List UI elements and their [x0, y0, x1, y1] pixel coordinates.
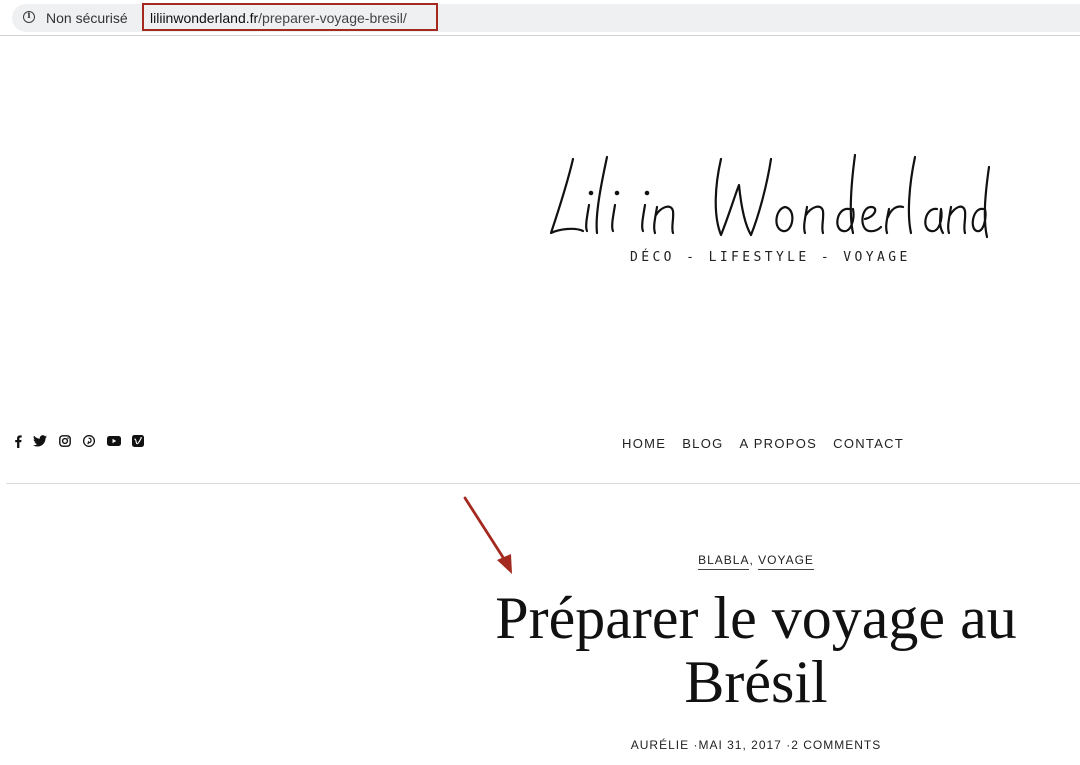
- browser-url-bar: i Non sécurisé liliinwonderland.fr/prepa…: [0, 0, 1080, 36]
- annotation-arrow-icon: [463, 496, 512, 574]
- url-domain: liliinwonderland.fr: [150, 10, 259, 26]
- post-title: Préparer le voyage au Brésil: [470, 586, 1042, 714]
- main-nav: HOME BLOG A PROPOS CONTACT: [622, 436, 904, 451]
- twitter-icon[interactable]: [33, 435, 47, 449]
- security-label[interactable]: Non sécurisé: [46, 10, 128, 26]
- info-icon[interactable]: i: [23, 11, 35, 23]
- post-categories: BLABLA, VOYAGE: [470, 553, 1042, 570]
- nav-item-blog[interactable]: BLOG: [682, 436, 723, 451]
- post-author[interactable]: AURÉLIE: [631, 738, 689, 752]
- post-title-line1: Préparer le voyage au: [495, 585, 1017, 651]
- header-divider: [6, 483, 1080, 484]
- url-path: /preparer-voyage-bresil/: [258, 10, 407, 26]
- post-comments-link[interactable]: 2 COMMENTS: [791, 738, 881, 752]
- blog-tagline: DÉCO - LIFESTYLE - VOYAGE: [630, 250, 911, 265]
- youtube-icon[interactable]: [106, 435, 121, 449]
- vimeo-icon[interactable]: [132, 435, 144, 449]
- nav-item-home[interactable]: HOME: [622, 436, 666, 451]
- social-icons: [14, 434, 155, 450]
- blog-logo[interactable]: [545, 145, 990, 245]
- post-date: MAI 31, 2017: [698, 738, 782, 752]
- nav-item-a-propos[interactable]: A PROPOS: [740, 436, 818, 451]
- category-link-blabla[interactable]: BLABLA: [698, 553, 750, 570]
- facebook-icon[interactable]: [14, 435, 22, 449]
- pinterest-icon[interactable]: [82, 434, 95, 449]
- category-separator: ,: [749, 553, 759, 567]
- post-title-line2: Brésil: [684, 649, 828, 715]
- nav-item-contact[interactable]: CONTACT: [833, 436, 904, 451]
- instagram-icon[interactable]: [58, 435, 71, 449]
- post-meta: AURÉLIE ·MAI 31, 2017 ·2 COMMENTS: [470, 738, 1042, 752]
- category-link-voyage[interactable]: VOYAGE: [758, 553, 814, 570]
- omnibox[interactable]: i Non sécurisé liliinwonderland.fr/prepa…: [12, 3, 1080, 32]
- url-text[interactable]: liliinwonderland.fr/preparer-voyage-bres…: [150, 10, 407, 26]
